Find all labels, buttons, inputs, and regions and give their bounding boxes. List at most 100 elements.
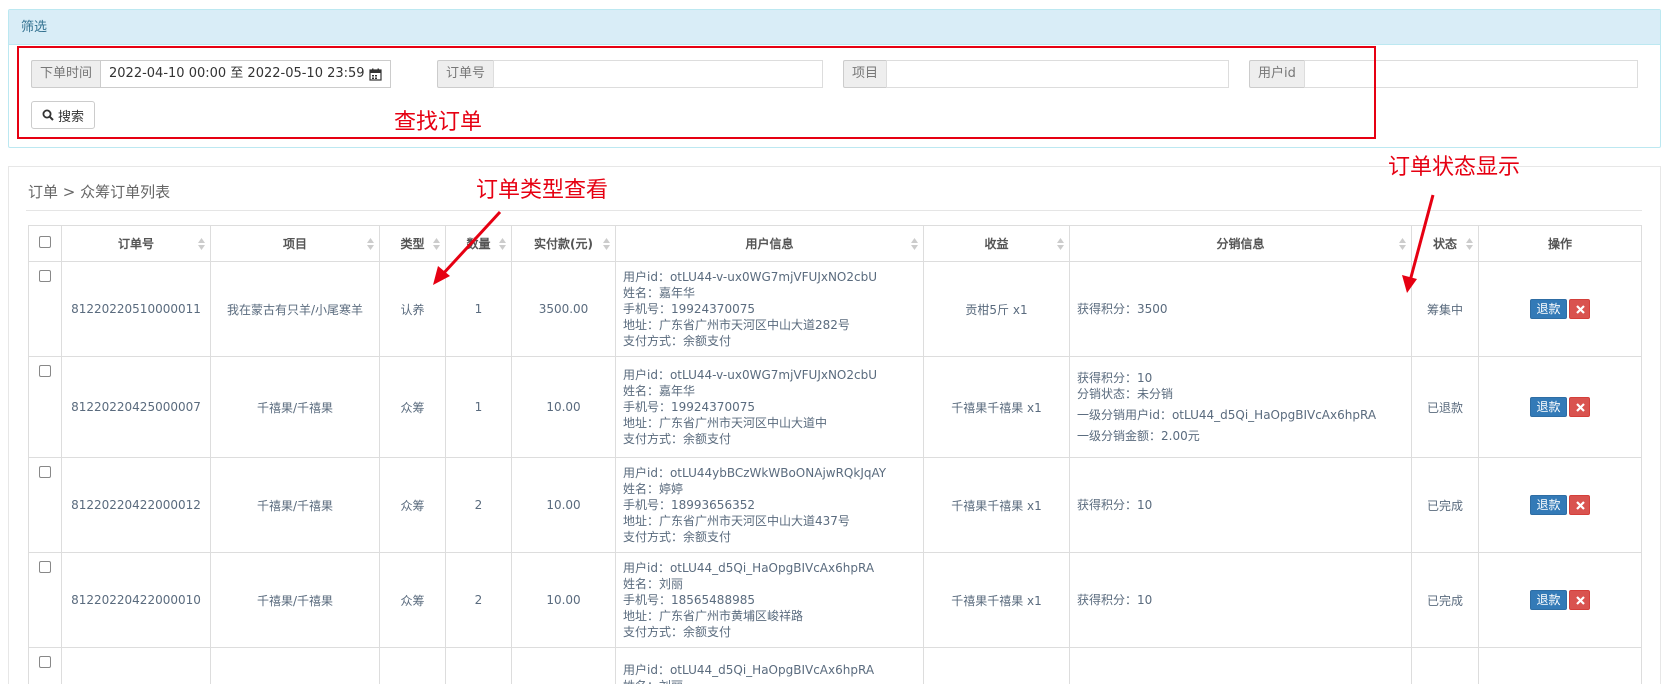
item-cell — [210, 647, 380, 684]
dist-info-line: 获得积分：10 — [1077, 371, 1153, 385]
delete-button[interactable] — [1568, 495, 1590, 515]
close-icon — [1575, 403, 1585, 412]
header-order-no[interactable]: 订单号 — [61, 225, 211, 262]
user-info-line: 用户id：otLU44_d5Qi_HaOpgBIVcAx6hpRA — [623, 561, 875, 575]
dist-info-cell: 获得积分：3500 — [1069, 261, 1412, 357]
row-select-cell — [28, 356, 62, 458]
qty-cell — [445, 647, 512, 684]
refund-button[interactable]: 退款 — [1530, 397, 1567, 417]
refund-button[interactable]: 退款 — [1530, 495, 1567, 515]
user-info-line: 地址：广东省广州市黄埔区峻祥路 — [623, 609, 804, 623]
header-item[interactable]: 项目 — [210, 225, 380, 262]
user-info-cell: 用户id：otLU44-v-ux0WG7mjVFUJxNO2cbU 姓名：嘉年华手… — [615, 261, 924, 357]
income-cell — [923, 647, 1070, 684]
header-dist-info[interactable]: 分销信息 — [1069, 225, 1412, 262]
row-select-cell — [28, 647, 62, 684]
order-no-cell: 81220220510000011 — [61, 261, 211, 357]
user-info-line: 用户id：otLU44ybBCzWkWBoONAjwRQkJqAY — [623, 466, 887, 480]
header-user-info[interactable]: 用户信息 — [615, 225, 924, 262]
income-cell: 千禧果千禧果 x1 — [923, 552, 1070, 648]
sort-icon — [1057, 238, 1064, 250]
order-no-cell — [61, 647, 211, 684]
header-select-all[interactable] — [28, 225, 62, 262]
dist-info-line: 获得积分：10 — [1077, 498, 1153, 512]
order-no-cell: 81220220425000007 — [61, 356, 211, 458]
sort-icon — [367, 238, 374, 250]
user-info-line: 地址：广东省广州市天河区中山大道282号 — [623, 318, 850, 332]
user-info-line: 地址：广东省广州市天河区中山大道中 — [623, 416, 828, 430]
row-checkbox[interactable] — [39, 365, 51, 377]
user-info-cell: 用户id：otLU44ybBCzWkWBoONAjwRQkJqAY 姓名：婷婷 手机… — [615, 457, 924, 553]
delete-button[interactable] — [1568, 397, 1590, 417]
qty-cell: 2 — [445, 457, 512, 553]
dist-info-line: 获得积分：3500 — [1077, 302, 1168, 316]
user-info-line: 手机号：18565488985 — [623, 593, 755, 607]
sort-icon — [433, 238, 440, 250]
user-info-line: 支付方式：余额支付 — [623, 625, 732, 639]
order-no-cell: 81220220422000012 — [61, 457, 211, 553]
user-info-line: 支付方式：余额支付 — [623, 334, 732, 348]
table-row: 81220220510000011 我在蒙古有只羊/小尾寒羊 认养 1 3500.00 用… — [28, 261, 1642, 357]
user-info-line: 手机号：18993656352 — [623, 498, 755, 512]
header-qty[interactable]: 数量 — [445, 225, 512, 262]
header-label: 类型 — [400, 237, 425, 251]
user-info-line: 姓名：刘丽 — [623, 577, 684, 591]
item-cell: 千禧果/千禧果 — [210, 457, 380, 553]
row-checkbox[interactable] — [39, 656, 51, 668]
income-cell: 千禧果千禧果 x1 — [923, 457, 1070, 553]
orders-table: 订单号 项目 类型 数量 实付款(元) 用户信息 收益 分销信息 状态 操作 8… — [28, 225, 1642, 684]
select-all-checkbox[interactable] — [39, 236, 51, 248]
header-status[interactable]: 状态 — [1411, 225, 1479, 262]
table-row: 81220220422000012 千禧果/千禧果 众筹 2 10.00 用户id：otL… — [28, 457, 1642, 553]
header-paid[interactable]: 实付款(元) — [511, 225, 616, 262]
sort-icon — [499, 238, 506, 250]
header-label: 项目 — [282, 237, 307, 251]
dist-info-cell — [1069, 647, 1412, 684]
find-orders-highlight-box — [17, 46, 1376, 139]
user-info-line: 姓名：嘉年华 — [623, 286, 696, 300]
row-checkbox[interactable] — [39, 466, 51, 478]
user-info-cell: 用户id：otLU44-v-ux0WG7mjVFUJxNO2cbU 姓名：嘉年华手… — [615, 356, 924, 458]
income-cell: 贡柑5斤 x1 — [923, 261, 1070, 357]
close-icon — [1575, 305, 1585, 314]
find-orders-annotation: 查找订单 — [394, 110, 483, 135]
status-cell: 已完成 — [1411, 457, 1479, 553]
dist-info-cell: 获得积分：10 分销状态：未分销 一级分销用户id：otLU44_d5Qi_HaOp… — [1069, 356, 1412, 458]
dist-info-line: 一级分销金额：2.00元 — [1077, 429, 1200, 443]
delete-button[interactable] — [1568, 590, 1590, 610]
order-no-cell: 81220220422000010 — [61, 552, 211, 648]
filter-heading: 筛选 — [9, 10, 1660, 45]
type-cell: 众筹 — [379, 552, 446, 648]
delete-button[interactable] — [1568, 299, 1590, 319]
refund-button[interactable]: 退款 — [1530, 590, 1567, 610]
header-income[interactable]: 收益 — [923, 225, 1070, 262]
dist-info-cell: 获得积分：10 — [1069, 552, 1412, 648]
row-checkbox[interactable] — [39, 270, 51, 282]
status-cell: 已完成 — [1411, 552, 1479, 648]
user-info-line: 姓名：嘉年华 — [623, 384, 696, 398]
user-info-cell: 用户id：otLU44_d5Qi_HaOpgBIVcAx6hpRA姓名：刘丽 — [615, 647, 924, 684]
row-checkbox[interactable] — [39, 561, 51, 573]
header-label: 订单号 — [117, 237, 154, 251]
sort-icon — [1466, 238, 1473, 250]
qty-cell: 1 — [445, 261, 512, 357]
close-icon — [1575, 596, 1585, 605]
status-cell: 筹集中 — [1411, 261, 1479, 357]
item-cell: 我在蒙古有只羊/小尾寒羊 — [210, 261, 380, 357]
order-type-annotation: 订单类型查看 — [476, 178, 609, 203]
paid-cell: 3500.00 — [511, 261, 616, 357]
breadcrumb: 订单 > 众筹订单列表 — [28, 183, 171, 201]
type-cell: 众筹 — [379, 356, 446, 458]
header-type[interactable]: 类型 — [379, 225, 446, 262]
actions-cell: 退款 — [1478, 356, 1642, 458]
paid-cell: 10.00 — [511, 356, 616, 458]
status-cell — [1411, 647, 1479, 684]
actions-cell: 退款 — [1478, 457, 1642, 553]
table-row: 81220220425000007 千禧果/千禧果 众筹 1 10.00 用户id：otL… — [28, 356, 1642, 458]
type-cell — [379, 647, 446, 684]
type-cell: 认养 — [379, 261, 446, 357]
refund-button[interactable]: 退款 — [1530, 299, 1567, 319]
sort-icon — [911, 238, 918, 250]
actions-cell — [1478, 647, 1642, 684]
close-icon — [1575, 501, 1585, 510]
